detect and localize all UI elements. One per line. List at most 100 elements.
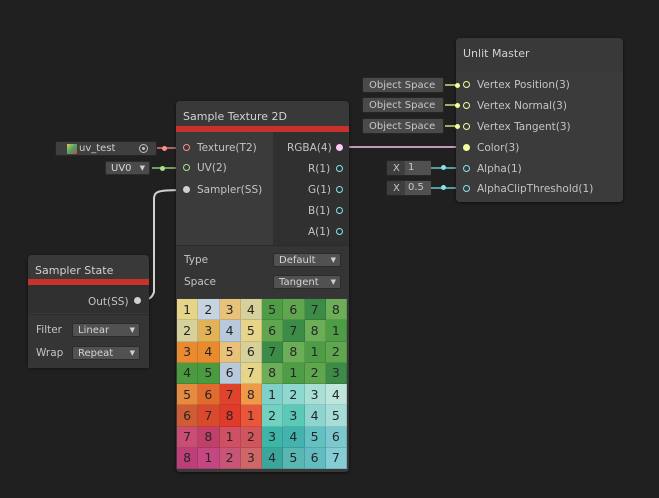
preview-cell: 6: [177, 405, 199, 427]
texture-field-value: uv_test: [79, 143, 116, 154]
chevron-down-icon: ▼: [129, 349, 135, 357]
filter-dropdown[interactable]: Linear ▼: [72, 323, 140, 337]
r-output-port[interactable]: [336, 165, 343, 172]
sampler-input-label: Sampler(SS): [197, 184, 263, 196]
a-output-port[interactable]: [336, 228, 343, 235]
alpha-clip-port[interactable]: [463, 185, 470, 192]
preview-cell: 6: [304, 447, 326, 469]
preview-cell: 2: [198, 299, 220, 321]
texture-thumbnail-icon: [67, 144, 77, 154]
chevron-down-icon: ▼: [139, 164, 145, 172]
axis-label: X: [393, 183, 400, 194]
alpha-input-port[interactable]: [463, 165, 470, 172]
type-dropdown[interactable]: Default ▼: [273, 253, 341, 267]
preview-cell: 4: [219, 320, 241, 342]
color-input-label: Color(3): [477, 142, 520, 154]
preview-cell: 5: [283, 447, 305, 469]
g-output-port[interactable]: [336, 186, 343, 193]
preview-cell: 4: [177, 362, 199, 384]
wrap-dropdown[interactable]: Repeat ▼: [72, 346, 140, 360]
uv-channel-dropdown[interactable]: UV0 ▼: [105, 161, 150, 175]
space-port-icon: [455, 124, 460, 129]
preview-cell: 4: [283, 426, 305, 448]
preview-cell: 5: [219, 341, 241, 363]
chevron-down-icon: ▼: [330, 256, 336, 264]
preview-cell: 1: [198, 447, 220, 469]
alpha-value-field[interactable]: X 1: [386, 160, 431, 176]
preview-cell: 1: [177, 299, 199, 321]
preview-cell: 2: [283, 384, 305, 406]
preview-cell: 3: [219, 299, 241, 321]
unlit-master-node[interactable]: Unlit Master: [456, 38, 623, 202]
preview-cell: 4: [325, 384, 347, 406]
preview-cell: 8: [262, 362, 284, 384]
rgba-output-port[interactable]: [336, 144, 343, 151]
vertex-tangent-port[interactable]: [463, 123, 470, 130]
texture-preview: 1234567823456781345678124567812356781234…: [177, 299, 347, 469]
preview-cell: 1: [304, 341, 326, 363]
vertex-normal-port[interactable]: [463, 102, 470, 109]
b-output-port[interactable]: [336, 207, 343, 214]
space-value: Tangent: [279, 277, 319, 288]
preview-cell: 2: [240, 426, 262, 448]
vertex-normal-space-field[interactable]: Object Space: [362, 97, 444, 113]
preview-cell: 3: [198, 320, 220, 342]
preview-cell: 7: [177, 426, 199, 448]
sampler-input-port[interactable]: [183, 186, 190, 193]
chevron-down-icon: ▼: [330, 278, 336, 286]
space-port-icon: [455, 83, 460, 88]
preview-cell: 3: [262, 426, 284, 448]
preview-cell: 6: [198, 384, 220, 406]
preview-cell: 8: [177, 447, 199, 469]
preview-cell: 1: [325, 320, 347, 342]
preview-cell: 1: [219, 426, 241, 448]
a-output-label: A(1): [308, 226, 331, 238]
preview-cell: 4: [304, 405, 326, 427]
preview-cell: 7: [325, 447, 347, 469]
texture-input-port[interactable]: [183, 144, 190, 151]
preview-cell: 2: [177, 320, 199, 342]
color-input-port[interactable]: [463, 144, 470, 151]
preview-cell: 4: [262, 447, 284, 469]
object-picker-icon[interactable]: [139, 144, 148, 153]
g-output-label: G(1): [308, 184, 332, 196]
uv-input-port[interactable]: [183, 164, 190, 171]
space-field-value: Object Space: [369, 121, 436, 132]
preview-cell: 7: [304, 299, 326, 321]
vertex-position-space-field[interactable]: Object Space: [362, 77, 444, 93]
vertex-position-port[interactable]: [463, 81, 470, 88]
clip-value-field[interactable]: X 0.5: [386, 180, 431, 196]
preview-cell: 6: [262, 320, 284, 342]
alpha-input-label: Alpha(1): [477, 163, 522, 175]
space-field-value: Object Space: [369, 80, 436, 91]
preview-cell: 8: [283, 341, 305, 363]
preview-cell: 1: [283, 362, 305, 384]
preview-cell: 5: [177, 384, 199, 406]
preview-cell: 5: [325, 405, 347, 427]
clip-input[interactable]: 0.5: [405, 181, 431, 195]
preview-cell: 7: [262, 341, 284, 363]
texture-object-field[interactable]: uv_test: [55, 141, 157, 156]
sampler-output-port[interactable]: [134, 297, 141, 304]
vertex-tangent-space-field[interactable]: Object Space: [362, 118, 444, 134]
preview-cell: 8: [304, 320, 326, 342]
preview-cell: 8: [198, 426, 220, 448]
preview-cell: 5: [198, 362, 220, 384]
preview-cell: 1: [262, 384, 284, 406]
alpha-clip-label: AlphaClipThreshold(1): [477, 183, 594, 195]
preview-cell: 7: [240, 362, 262, 384]
rgba-output-label: RGBA(4): [287, 142, 332, 154]
preview-cell: 5: [262, 299, 284, 321]
chevron-down-icon: ▼: [129, 326, 135, 334]
node-title: Unlit Master: [463, 47, 530, 60]
vertex-normal-label: Vertex Normal(3): [477, 100, 567, 112]
alpha-input[interactable]: 1: [405, 161, 431, 175]
wrap-label: Wrap: [36, 347, 64, 359]
filter-label: Filter: [36, 324, 63, 336]
preview-cell: 8: [325, 299, 347, 321]
preview-cell: 8: [219, 405, 241, 427]
preview-cell: 2: [304, 362, 326, 384]
space-dropdown[interactable]: Tangent ▼: [273, 275, 341, 289]
texture-field-port-icon: [162, 146, 167, 151]
preview-cell: 2: [325, 341, 347, 363]
